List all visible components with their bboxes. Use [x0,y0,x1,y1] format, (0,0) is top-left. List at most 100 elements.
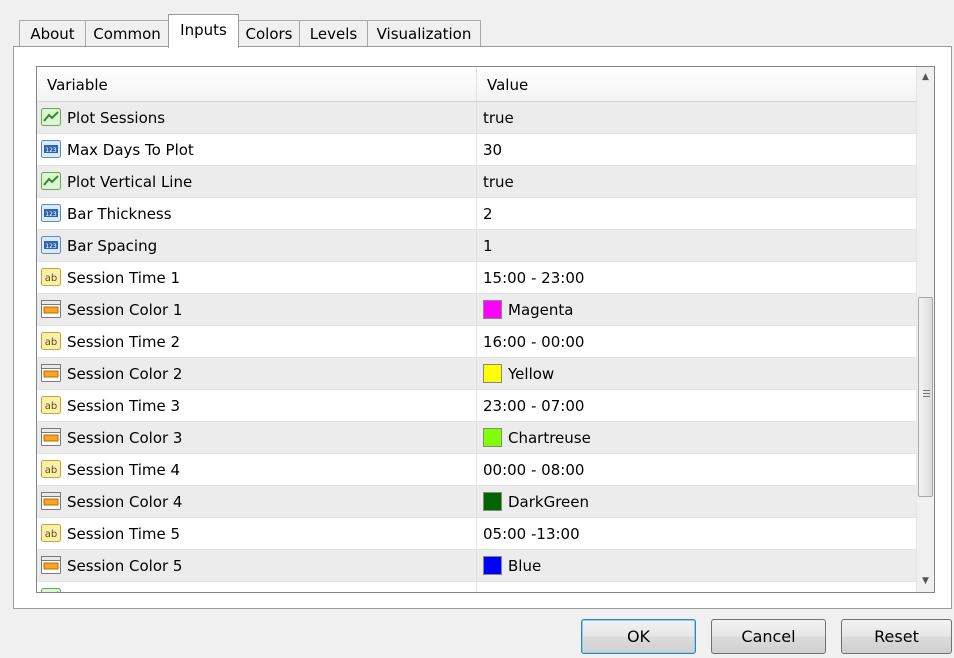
tab-common[interactable]: Common [85,20,169,47]
table-row[interactable]: Session Color 5 Blue [37,550,917,582]
table-row[interactable]: Session Color 2 Yellow [37,358,917,390]
variable-name: Session Color 1 [67,301,183,319]
variable-cell[interactable]: ab Session Time 5 [37,518,477,549]
table-row[interactable]: ab Session Time 4 00:00 - 08:00 [37,454,917,486]
table-row[interactable]: 123 Max Days To Plot 30 [37,134,917,166]
value-cell[interactable]: 2 [477,198,917,229]
tab-visualization[interactable]: Visualization [367,20,481,47]
color-swatch[interactable] [483,556,502,575]
value-cell[interactable]: 23:00 - 07:00 [477,390,917,421]
variable-cell[interactable]: 123 Bar Thickness [37,198,477,229]
table-row[interactable]: Session Color 1 Magenta [37,294,917,326]
variable-cell[interactable]: ab Session Time 3 [37,390,477,421]
table-row[interactable]: Session Color 3 Chartreuse [37,422,917,454]
variable-value: Magenta [508,301,574,319]
variable-value: DarkGreen [508,493,590,511]
variable-value: Chartreuse [508,429,591,447]
column-header-value[interactable]: Value [487,67,528,101]
table-row[interactable]: 123 Bar Spacing 1 [37,230,917,262]
value-cell[interactable]: 05:00 -13:00 [477,518,917,549]
variable-value: 1 [483,237,493,255]
variable-cell[interactable]: Session Color 1 [37,294,477,325]
table-row[interactable]: Plot Sessions true [37,102,917,134]
table-row[interactable]: Plot Vertical Line true [37,166,917,198]
variable-value: Yellow [508,365,555,383]
value-cell[interactable]: Chartreuse [477,422,917,453]
svg-text:ab: ab [45,465,57,476]
value-cell[interactable]: DarkGreen [477,486,917,517]
reset-button[interactable]: Reset [841,619,952,654]
variable-name: Max Days To Plot [67,141,194,159]
tab-about[interactable]: About [19,20,86,47]
scrollbar-thumb[interactable] [918,297,933,497]
color-swatch[interactable] [483,492,502,511]
variable-value: 15:00 - 23:00 [483,269,585,287]
property-grid: Variable Value Plot Sessions true 123 Max D… [36,66,935,593]
value-cell[interactable]: true [477,102,917,133]
number-icon: 123 [41,236,61,254]
cancel-button[interactable]: Cancel [711,619,826,654]
table-row[interactable]: ab Session Time 3 23:00 - 07:00 [37,390,917,422]
table-row[interactable]: ab Session Time 1 15:00 - 23:00 [37,262,917,294]
variable-cell[interactable]: Session Color 3 [37,422,477,453]
tab-levels[interactable]: Levels [299,20,368,47]
variable-cell[interactable]: Plot Sessions [37,102,477,133]
table-row[interactable]: ab Session Time 2 16:00 - 00:00 [37,326,917,358]
variable-cell[interactable] [37,582,477,592]
value-cell[interactable]: 00:00 - 08:00 [477,454,917,485]
string-icon: ab [41,524,61,542]
tab-colors[interactable]: Colors [238,20,300,47]
svg-text:ab: ab [45,529,57,540]
variable-value: Blue [508,557,542,575]
color-icon [41,556,61,574]
variable-cell[interactable]: 123 Bar Spacing [37,230,477,261]
value-cell[interactable]: Yellow [477,358,917,389]
value-cell[interactable]: 16:00 - 00:00 [477,326,917,357]
svg-text:ab: ab [45,273,57,284]
variable-value: 23:00 - 07:00 [483,397,585,415]
bool-icon [41,108,61,126]
svg-text:123: 123 [45,243,57,250]
value-cell[interactable]: 1 [477,230,917,261]
table-row[interactable]: 123 Bar Thickness 2 [37,198,917,230]
variable-cell[interactable]: Plot Vertical Line [37,166,477,197]
color-icon [41,364,61,382]
variable-name: Bar Thickness [67,205,172,223]
color-swatch[interactable] [483,364,502,383]
variable-value: true [483,173,514,191]
color-swatch[interactable] [483,300,502,319]
variable-name: Session Color 2 [67,365,183,383]
variable-cell[interactable]: ab Session Time 4 [37,454,477,485]
variable-cell[interactable]: 123 Max Days To Plot [37,134,477,165]
variable-cell[interactable]: ab Session Time 2 [37,326,477,357]
svg-text:ab: ab [45,337,57,348]
variable-cell[interactable]: Session Color 2 [37,358,477,389]
variable-cell[interactable]: ab Session Time 1 [37,262,477,293]
vertical-scrollbar[interactable]: ▲ ▼ [916,67,934,592]
color-swatch[interactable] [483,428,502,447]
variable-cell[interactable]: Session Color 4 [37,486,477,517]
ok-button[interactable]: OK [581,619,696,654]
value-cell[interactable] [477,582,917,592]
variable-cell[interactable]: Session Color 5 [37,550,477,581]
svg-text:ab: ab [45,401,57,412]
value-cell[interactable]: 30 [477,134,917,165]
color-icon [41,300,61,318]
tab-inputs[interactable]: Inputs [168,14,239,48]
table-row[interactable]: ab Session Time 5 05:00 -13:00 [37,518,917,550]
variable-value: true [483,109,514,127]
variable-name: Session Time 3 [67,397,181,415]
table-row[interactable]: Session Color 4 DarkGreen [37,486,917,518]
variable-name: Session Color 5 [67,557,183,575]
value-cell[interactable]: Magenta [477,294,917,325]
string-icon: ab [41,460,61,478]
scroll-down-arrow-icon[interactable]: ▼ [917,573,934,590]
bool-icon [41,172,61,190]
value-cell[interactable]: Blue [477,550,917,581]
scroll-up-arrow-icon[interactable]: ▲ [917,69,934,86]
value-cell[interactable]: true [477,166,917,197]
grip-icon [923,390,930,399]
column-header-variable[interactable]: Variable [47,67,108,101]
table-row-partial[interactable] [37,582,917,592]
value-cell[interactable]: 15:00 - 23:00 [477,262,917,293]
